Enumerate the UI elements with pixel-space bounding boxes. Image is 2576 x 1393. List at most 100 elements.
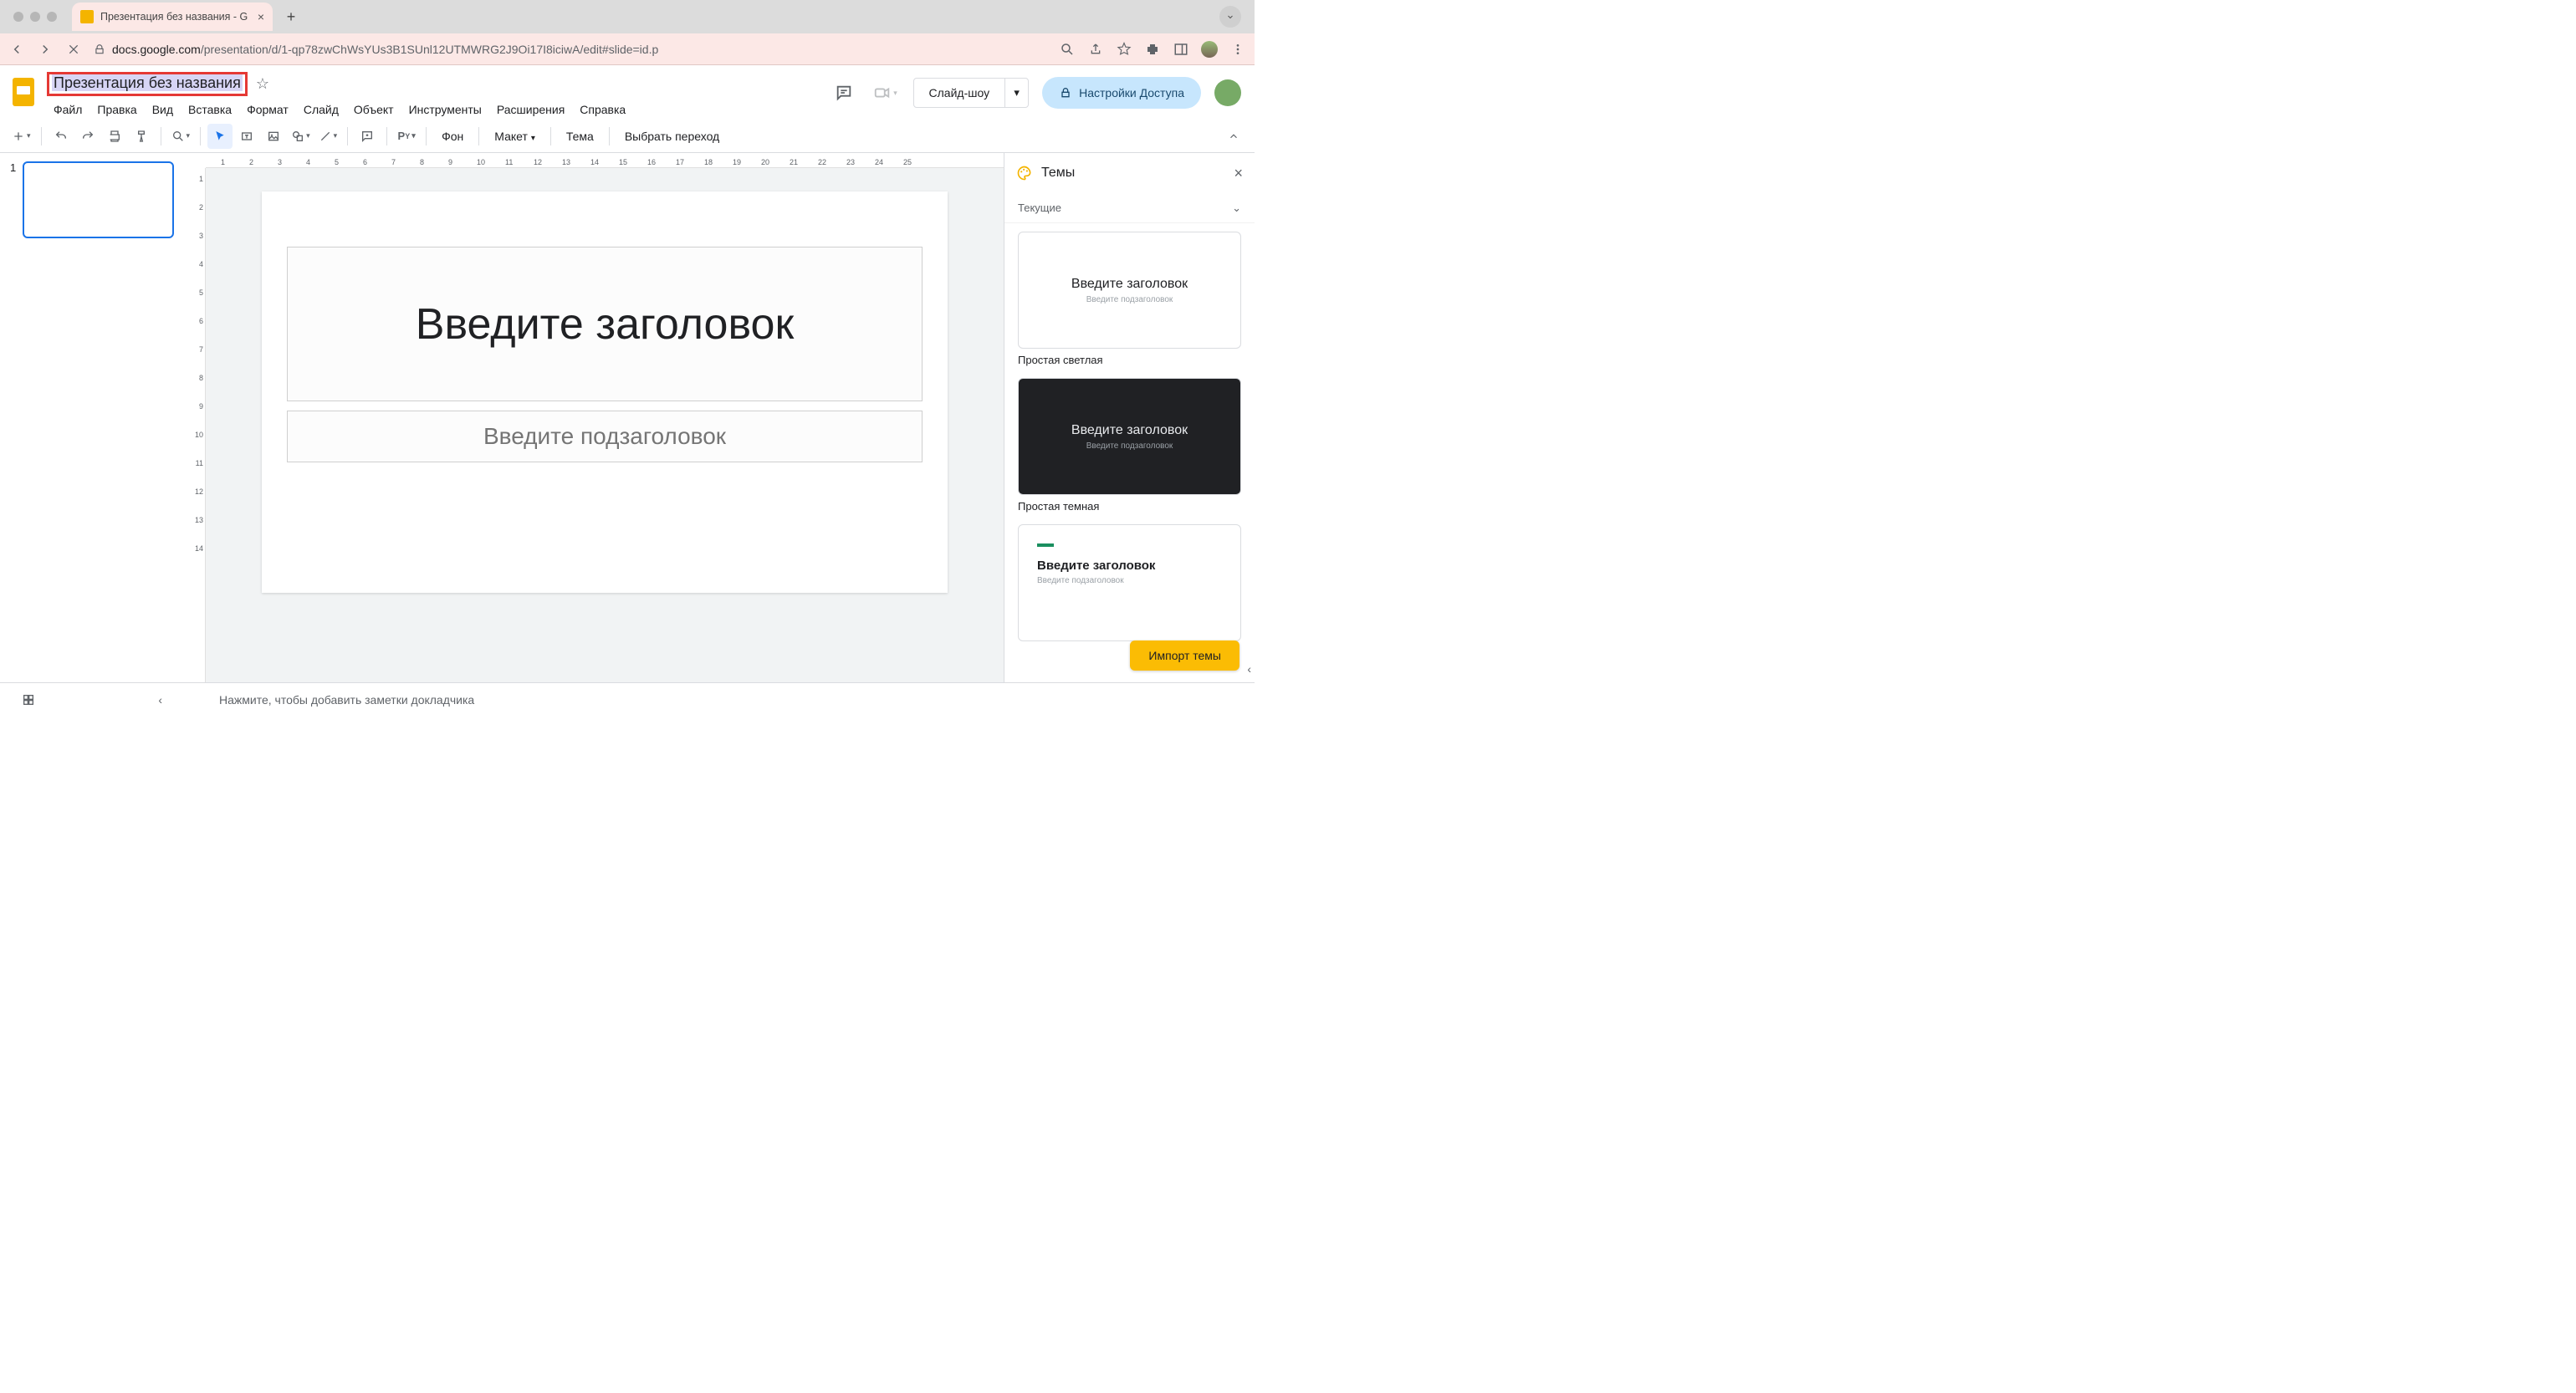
- menu-help[interactable]: Справка: [573, 100, 632, 120]
- account-avatar[interactable]: [1214, 79, 1241, 106]
- nav-forward-button[interactable]: [37, 41, 54, 58]
- themes-current-label: Текущие: [1018, 202, 1061, 214]
- present-camera-icon[interactable]: ▾: [871, 79, 900, 107]
- slide-filmstrip[interactable]: 1: [0, 153, 184, 682]
- grid-view-icon[interactable]: [22, 693, 35, 707]
- theme-card-dark[interactable]: Введите заголовокВведите подзаголовок: [1018, 378, 1241, 495]
- share-label: Настройки Доступа: [1079, 86, 1184, 100]
- sidepanel-icon[interactable]: [1173, 41, 1189, 58]
- line-tool[interactable]: ▾: [315, 124, 341, 149]
- slides-logo[interactable]: [8, 77, 38, 107]
- filmstrip-slide-1[interactable]: 1: [10, 161, 174, 238]
- menu-format[interactable]: Формат: [240, 100, 295, 120]
- share-button[interactable]: Настройки Доступа: [1042, 77, 1201, 109]
- theme-label: Простая темная: [1018, 500, 1241, 513]
- menu-file[interactable]: Файл: [47, 100, 89, 120]
- speaker-notes-bar[interactable]: ‹ Нажмите, чтобы добавить заметки доклад…: [0, 682, 1255, 716]
- theme-label: Простая светлая: [1018, 354, 1241, 366]
- image-tool[interactable]: [261, 124, 286, 149]
- undo-button[interactable]: [49, 124, 74, 149]
- themes-panel-title: Темы: [1041, 166, 1075, 181]
- window-controls: [13, 12, 57, 22]
- collapse-toolbar-button[interactable]: [1221, 124, 1246, 149]
- themes-current-section[interactable]: Текущие ⌄: [1004, 193, 1255, 223]
- import-theme-button[interactable]: Импорт темы: [1130, 640, 1239, 671]
- extensions-icon[interactable]: [1144, 41, 1161, 58]
- tabs-overflow-button[interactable]: [1219, 6, 1241, 28]
- select-tool[interactable]: [207, 124, 233, 149]
- menu-slide[interactable]: Слайд: [297, 100, 345, 120]
- theme-button[interactable]: Тема: [558, 130, 602, 143]
- comment-history-icon[interactable]: [830, 79, 858, 107]
- shape-tool[interactable]: ▾: [288, 124, 314, 149]
- menu-view[interactable]: Вид: [146, 100, 180, 120]
- maximize-window-icon[interactable]: [47, 12, 57, 22]
- theme-card-light[interactable]: Введите заголовокВведите подзаголовок: [1018, 232, 1241, 349]
- new-slide-button[interactable]: ▾: [8, 124, 34, 149]
- comment-button[interactable]: [355, 124, 380, 149]
- slideshow-dropdown[interactable]: ▾: [1004, 79, 1028, 107]
- speaker-notes-placeholder[interactable]: Нажмите, чтобы добавить заметки докладчи…: [219, 693, 474, 707]
- textbox-tool[interactable]: [234, 124, 259, 149]
- browser-menu-icon[interactable]: [1229, 41, 1246, 58]
- slide-thumbnail[interactable]: [23, 161, 174, 238]
- layout-button[interactable]: Макет ▾: [486, 130, 544, 143]
- star-button[interactable]: ☆: [256, 75, 269, 93]
- close-window-icon[interactable]: [13, 12, 23, 22]
- browser-tab-strip: Презентация без названия - G × +: [0, 0, 1255, 33]
- menu-tools[interactable]: Инструменты: [402, 100, 488, 120]
- menu-edit[interactable]: Правка: [90, 100, 143, 120]
- explore-icon[interactable]: ‹: [158, 693, 162, 707]
- new-tab-button[interactable]: +: [279, 5, 303, 28]
- share-addr-icon[interactable]: [1087, 41, 1104, 58]
- chevron-down-icon: ⌄: [1232, 202, 1241, 215]
- browser-tab[interactable]: Презентация без названия - G ×: [72, 3, 273, 31]
- profile-avatar-small[interactable]: [1201, 41, 1218, 58]
- slideshow-label: Слайд-шоу: [914, 86, 1005, 100]
- paint-format-button[interactable]: [129, 124, 154, 149]
- close-panel-button[interactable]: ×: [1234, 165, 1243, 182]
- print-button[interactable]: [102, 124, 127, 149]
- themes-panel-header: Темы ×: [1004, 153, 1255, 193]
- zoom-icon[interactable]: [1059, 41, 1076, 58]
- themes-list[interactable]: Введите заголовокВведите подзаголовок Про…: [1004, 223, 1255, 682]
- app-header: Презентация без названия ☆ Файл Правка В…: [0, 65, 1255, 120]
- lock-icon: [94, 43, 105, 55]
- main-content: 1 12345678910111213141516171819202122232…: [0, 153, 1255, 682]
- title-placeholder[interactable]: Введите заголовок: [287, 247, 923, 401]
- url-field[interactable]: docs.google.com/presentation/d/1-qp78zwC…: [94, 43, 1047, 56]
- horizontal-ruler: 1234567891011121314151617181920212223242…: [206, 153, 1004, 168]
- url-path: /presentation/d/1-qp78zwChWsYUs3B1SUnl12…: [201, 43, 658, 56]
- redo-button[interactable]: [75, 124, 100, 149]
- theme-card-stripe[interactable]: Введите заголовокВведите подзаголовок: [1018, 524, 1241, 641]
- menu-extensions[interactable]: Расширения: [490, 100, 571, 120]
- background-button[interactable]: Фон: [433, 130, 472, 143]
- slide-number: 1: [10, 161, 16, 238]
- menu-insert[interactable]: Вставка: [181, 100, 238, 120]
- tab-favicon: [80, 10, 94, 23]
- subtitle-placeholder[interactable]: Введите подзаголовок: [287, 411, 923, 462]
- lock-icon: [1059, 86, 1072, 100]
- url-host: docs.google.com: [112, 43, 201, 56]
- side-panel-toggle[interactable]: ‹: [1247, 662, 1251, 676]
- tab-title: Презентация без названия - G: [100, 11, 254, 23]
- themes-panel: Темы × Текущие ⌄ Введите заголовокВведит…: [1004, 153, 1255, 682]
- zoom-button[interactable]: ▾: [168, 124, 194, 149]
- minimize-window-icon[interactable]: [30, 12, 40, 22]
- browser-address-bar: docs.google.com/presentation/d/1-qp78zwC…: [0, 33, 1255, 65]
- editor-viewport[interactable]: Введите заголовок Введите подзаголовок: [206, 168, 1004, 682]
- slide-canvas[interactable]: Введите заголовок Введите подзаголовок: [262, 191, 948, 593]
- script-button[interactable]: PY▾: [394, 124, 419, 149]
- tab-close-icon[interactable]: ×: [258, 10, 264, 23]
- bookmark-icon[interactable]: [1116, 41, 1132, 58]
- canvas-area: 1234567891011121314151617181920212223242…: [184, 153, 1004, 682]
- nav-back-button[interactable]: [8, 41, 25, 58]
- menu-bar: Файл Правка Вид Вставка Формат Слайд Объ…: [47, 100, 830, 120]
- nav-stop-button[interactable]: [65, 41, 82, 58]
- doc-title[interactable]: Презентация без названия: [52, 74, 243, 91]
- transition-button[interactable]: Выбрать переход: [616, 130, 728, 143]
- slideshow-button[interactable]: Слайд-шоу ▾: [913, 78, 1030, 108]
- doc-title-highlight: Презентация без названия: [47, 72, 248, 96]
- menu-object[interactable]: Объект: [347, 100, 401, 120]
- chevron-down-icon: [1225, 12, 1235, 22]
